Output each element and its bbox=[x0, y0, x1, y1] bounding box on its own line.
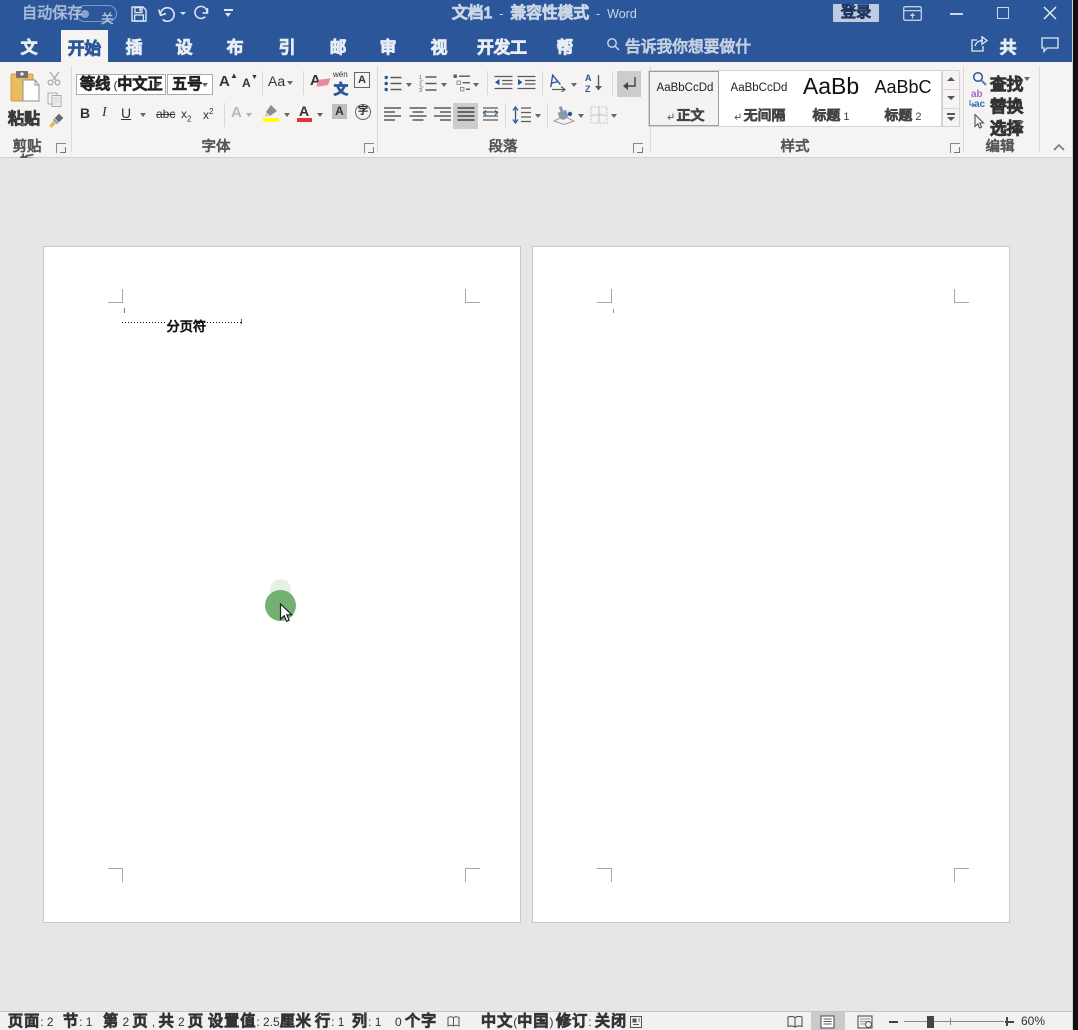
svg-text:2: 2 bbox=[419, 82, 422, 88]
svg-text:A: A bbox=[585, 73, 592, 83]
svg-text:Z: Z bbox=[585, 84, 591, 93]
svg-text:3: 3 bbox=[419, 88, 422, 92]
